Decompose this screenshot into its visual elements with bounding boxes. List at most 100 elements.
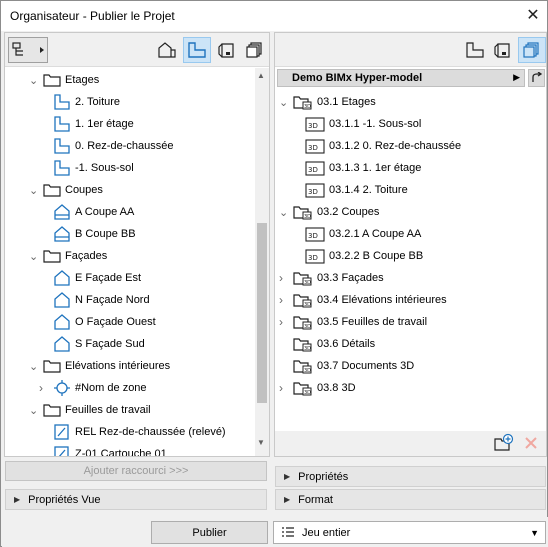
tree-item-label: #Nom de zone (75, 382, 147, 394)
chevron-down-icon[interactable]: ⌄ (279, 206, 291, 219)
item-icon: 3D (305, 116, 325, 132)
project-map-item[interactable]: E Façade Est (39, 267, 141, 289)
tree-options-button[interactable] (8, 37, 48, 63)
publish-scope-select[interactable]: Jeu entier ▼ (273, 521, 546, 544)
project-map-item[interactable]: ⌄ Façades (29, 245, 107, 267)
chevron-right-icon[interactable]: › (279, 293, 291, 307)
publisher-set-item[interactable]: 3D 03.1.1 -1. Sous-sol (291, 113, 421, 135)
publisher-set-item[interactable]: › 3D 03.5 Feuilles de travail (279, 311, 427, 333)
publisher-set-item[interactable]: › 3D 03.8 3D (279, 377, 356, 399)
section-icon (53, 204, 71, 220)
project-map-item[interactable]: B Coupe BB (39, 223, 136, 245)
project-map-button[interactable] (183, 37, 211, 63)
svg-text:3D: 3D (304, 214, 311, 220)
tree-item-label: 03.2 Coupes (317, 206, 380, 218)
project-map-tree: ⌄ Etages 2. Toiture 1. 1er étage 0. Rez-de-c… (5, 68, 255, 456)
chevron-down-icon[interactable]: ⌄ (279, 96, 291, 109)
publisher-set-item[interactable]: 3D 03.1.3 1. 1er étage (291, 157, 421, 179)
project-map-item[interactable]: -1. Sous-sol (39, 157, 134, 179)
publisher-tree: ⌄ 3D 03.1 Etages 3D 03.1.1 -1. Sous-sol 3D 03.… (275, 91, 545, 431)
chevron-right-icon[interactable]: › (39, 381, 51, 395)
view-properties-label: Propriétés Vue (28, 493, 101, 506)
set-icon: 3D (293, 314, 313, 330)
svg-text:3D: 3D (304, 302, 311, 308)
project-map-item[interactable]: › #Nom de zone (39, 377, 147, 399)
project-map-item[interactable]: 1. 1er étage (39, 113, 134, 135)
layout-book-button[interactable] (213, 37, 241, 63)
back-button[interactable] (528, 69, 545, 87)
chevron-down-icon[interactable]: ⌄ (29, 360, 41, 373)
publish-button[interactable]: Publier (151, 521, 268, 544)
chevron-right-icon[interactable]: › (279, 271, 291, 285)
expand-triangle-icon: ▶ (14, 495, 21, 504)
chevron-down-icon[interactable]: ⌄ (29, 250, 41, 263)
project-map-item[interactable]: Z-01 Cartouche 01 (39, 443, 167, 456)
tree-item-label: Elévations intérieures (65, 360, 171, 372)
publisher-set-item[interactable]: 3D 03.2.1 A Coupe AA (291, 223, 421, 245)
publisher-set-item[interactable]: 3D 03.6 Détails (279, 333, 375, 355)
folder-icon (43, 73, 61, 87)
project-map-item[interactable]: N Façade Nord (39, 289, 150, 311)
tree-item-label: 03.2.1 A Coupe AA (329, 228, 422, 240)
return-arrow-icon (531, 72, 542, 82)
svg-text:3D: 3D (304, 104, 311, 110)
right-project-map-button[interactable] (461, 37, 489, 63)
delete-icon (525, 437, 537, 449)
new-folder-button[interactable] (493, 433, 515, 453)
publisher-set-item[interactable]: ⌄ 3D 03.1 Etages (279, 91, 376, 113)
section-icon (53, 226, 71, 242)
right-layout-book-button[interactable] (489, 37, 517, 63)
tree-item-label: 03.5 Feuilles de travail (317, 316, 428, 328)
svg-text:3D: 3D (308, 122, 318, 130)
project-map-item[interactable]: ⌄ Elévations intérieures (29, 355, 170, 377)
close-icon[interactable]: ✕ (523, 6, 543, 26)
chevron-down-icon[interactable]: ⌄ (29, 74, 41, 87)
elevation-icon (53, 270, 71, 286)
project-map-item[interactable]: 2. Toiture (39, 91, 120, 113)
scroll-down-icon[interactable]: ▼ (257, 438, 265, 447)
chevron-right-icon: ▶ (513, 72, 520, 82)
tree-item-label: Feuilles de travail (65, 404, 151, 416)
svg-text:3D: 3D (304, 324, 311, 330)
project-map-item[interactable]: REL Rez-de-chaussée (relevé) (39, 421, 226, 443)
set-icon: 3D (293, 204, 313, 220)
format-section[interactable]: ▶ Format (275, 489, 546, 510)
project-map-item[interactable]: ⌄ Coupes (29, 179, 103, 201)
project-map-item[interactable]: S Façade Sud (39, 333, 145, 355)
expand-triangle-icon: ▶ (284, 495, 291, 504)
tree-item-label: Coupes (65, 184, 103, 196)
publisher-set-item[interactable]: 3D 03.7 Documents 3D (279, 355, 414, 377)
left-pane: ⌄ Etages 2. Toiture 1. 1er étage 0. Rez-de-c… (4, 32, 270, 457)
publisher-set-item[interactable]: ⌄ 3D 03.2 Coupes (279, 201, 379, 223)
publisher-sets-button[interactable] (241, 37, 269, 63)
project-map-item[interactable]: O Façade Ouest (39, 311, 156, 333)
right-publisher-sets-button[interactable] (518, 37, 546, 63)
project-map-item[interactable]: A Coupe AA (39, 201, 134, 223)
item-icon: 3D (305, 248, 325, 264)
delete-button[interactable] (523, 435, 539, 451)
folder-icon (43, 249, 61, 263)
publisher-set-item[interactable]: › 3D 03.3 Façades (279, 267, 384, 289)
publisher-set-item[interactable]: › 3D 03.4 Elévations intérieures (279, 289, 447, 311)
scroll-up-icon[interactable]: ▲ (257, 71, 265, 80)
left-scrollbar-thumb[interactable] (257, 223, 267, 403)
publisher-set-item[interactable]: 3D 03.2.2 B Coupe BB (291, 245, 423, 267)
tree-item-label: 03.1.4 2. Toiture (329, 184, 408, 196)
publisher-set-selector[interactable]: Demo BIMx Hyper-model ▶ (277, 69, 525, 87)
chevron-right-icon[interactable]: › (279, 315, 291, 329)
elevation-view-button[interactable] (153, 37, 181, 63)
project-map-item[interactable]: ⌄ Etages (29, 69, 99, 91)
project-map-item[interactable]: ⌄ Feuilles de travail (29, 399, 151, 421)
tree-item-label: 03.1 Etages (317, 96, 376, 108)
tree-item-label: O Façade Ouest (75, 316, 156, 328)
add-shortcut-button[interactable]: Ajouter raccourci >>> (5, 461, 267, 481)
chevron-down-icon[interactable]: ⌄ (29, 404, 41, 417)
chevron-down-icon[interactable]: ⌄ (29, 184, 41, 197)
publisher-set-item[interactable]: 3D 03.1.2 0. Rez-de-chaussée (291, 135, 461, 157)
new-folder-icon (494, 433, 514, 451)
properties-section[interactable]: ▶ Propriétés (275, 466, 546, 487)
publisher-set-item[interactable]: 3D 03.1.4 2. Toiture (291, 179, 408, 201)
chevron-right-icon[interactable]: › (279, 381, 291, 395)
view-properties-section[interactable]: ▶ Propriétés Vue (5, 489, 267, 510)
project-map-item[interactable]: 0. Rez-de-chaussée (39, 135, 173, 157)
